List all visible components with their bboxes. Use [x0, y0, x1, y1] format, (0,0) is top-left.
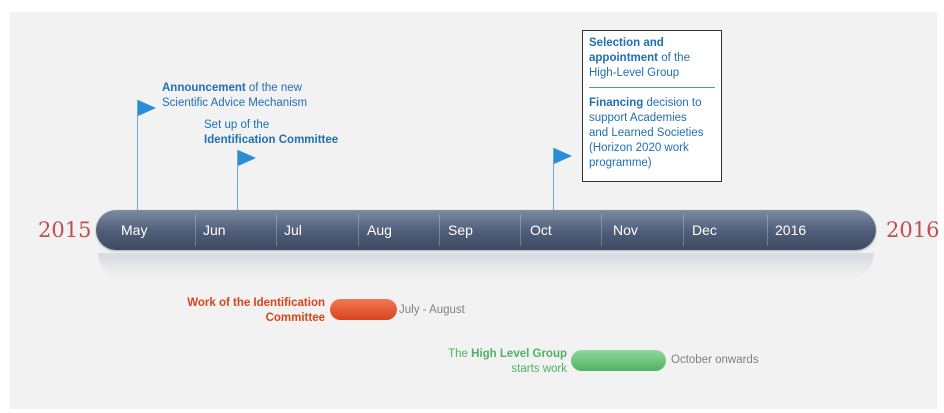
flag-pole-may — [137, 100, 138, 212]
financing-line3: and Learned Societies — [589, 127, 704, 139]
month-label-nov: Nov — [613, 222, 638, 238]
identification-period-bar — [330, 299, 397, 320]
selection-bold1: Selection and — [589, 37, 664, 49]
identification-period-label: Work of the Identification Committee — [168, 296, 325, 326]
selection-bold2: appointment — [589, 52, 658, 64]
month-label-sep: Sep — [448, 222, 473, 238]
month-label-may: May — [121, 222, 148, 238]
selection-financing-box: Selection and appointment of the High-Le… — [582, 30, 722, 182]
identification-line2: Committee — [265, 312, 325, 324]
financing-line5: programme) — [589, 157, 652, 169]
hlg-prefix: The — [448, 348, 472, 360]
month-divider — [767, 214, 768, 246]
hlg-range-label: October onwards — [671, 354, 759, 366]
month-divider — [195, 214, 196, 246]
financing-line2: support Academies — [589, 112, 687, 124]
setup-bold: Identification Committee — [204, 134, 339, 146]
setup-note: Set up of the Identification Committee — [204, 118, 338, 148]
month-divider — [439, 214, 440, 246]
box-divider — [589, 87, 715, 88]
month-divider — [601, 214, 602, 246]
flag-jun-icon — [238, 150, 256, 166]
month-divider — [358, 214, 359, 246]
identification-range-label: July - August — [399, 304, 465, 316]
timeline-diagram: Announcement of the new Scientific Advic… — [0, 0, 944, 413]
financing-text1: decision to — [643, 97, 702, 109]
hlg-line2: starts work — [511, 363, 567, 375]
month-label-aug: Aug — [367, 222, 392, 238]
timeline-reflection — [98, 253, 874, 279]
year-end-label: 2016 — [886, 218, 940, 242]
month-label-2016: 2016 — [775, 222, 807, 238]
identification-line1: Work of the Identification — [187, 297, 325, 309]
month-divider — [276, 214, 277, 246]
flag-may-icon — [138, 100, 156, 116]
month-label-jun: Jun — [203, 222, 226, 238]
month-label-oct: Oct — [530, 222, 552, 238]
selection-text1: of the — [658, 52, 690, 64]
hlg-period-label: The High Level Group starts work — [410, 347, 567, 377]
hlg-period-bar — [571, 350, 666, 371]
hlg-bold: High Level Group — [471, 348, 567, 360]
year-start-label: 2015 — [38, 218, 92, 242]
announcement-text2: Scientific Advice Mechanism — [162, 97, 308, 109]
month-divider — [520, 214, 521, 246]
month-divider — [683, 214, 684, 246]
financing-line4: (Horizon 2020 work — [589, 142, 689, 154]
setup-line1: Set up of the — [204, 119, 270, 131]
announcement-text1: of the new — [245, 82, 302, 94]
month-label-dec: Dec — [692, 222, 717, 238]
selection-text2: High-Level Group — [589, 67, 680, 79]
announcement-note: Announcement of the new Scientific Advic… — [162, 81, 307, 111]
month-label-jul: Jul — [284, 222, 302, 238]
flag-oct-icon — [554, 148, 572, 164]
announcement-bold: Announcement — [162, 82, 246, 94]
financing-bold: Financing — [589, 97, 644, 109]
